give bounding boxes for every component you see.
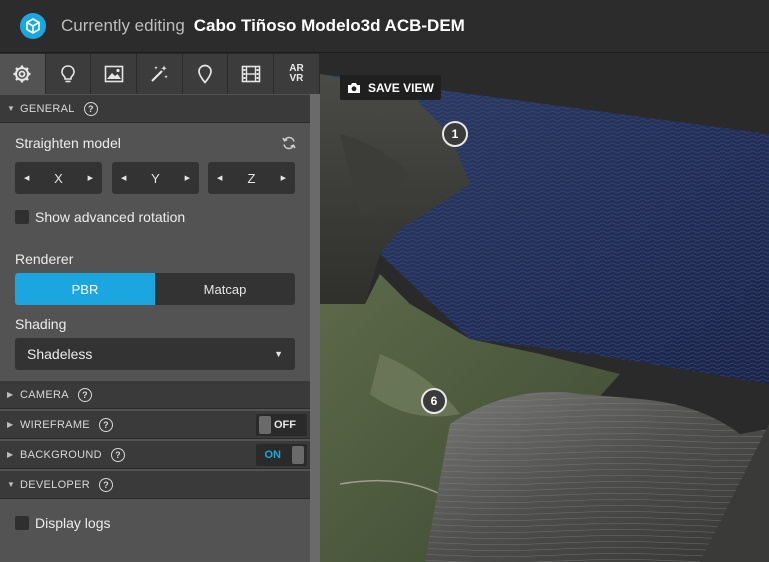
help-icon[interactable]: ? xyxy=(77,387,92,402)
help-icon[interactable]: ? xyxy=(98,477,113,492)
3d-viewport[interactable] xyxy=(320,54,769,562)
cube-logo-icon[interactable] xyxy=(20,13,46,39)
developer-section-label: DEVELOPER xyxy=(20,478,90,491)
display-logs-label: Display logs xyxy=(35,515,111,531)
map-pin-icon xyxy=(198,64,212,84)
rotate-right-y-button[interactable]: ▶ xyxy=(185,174,190,182)
camera-section-header[interactable]: ▶ CAMERA ? xyxy=(0,381,310,409)
rotate-left-y-button[interactable]: ◀ xyxy=(121,174,126,182)
gear-icon xyxy=(13,65,31,83)
annotation-hotspot[interactable]: 6 xyxy=(421,388,447,414)
toggle-knob xyxy=(259,416,271,434)
renderer-pbr-option[interactable]: PBR xyxy=(15,273,155,305)
background-section-label: BACKGROUND xyxy=(20,448,102,461)
advanced-rotation-row[interactable]: Show advanced rotation xyxy=(15,209,185,225)
y-axis-rotator: ◀ Y ▶ xyxy=(112,162,199,194)
tab-annotations[interactable] xyxy=(183,54,229,94)
tab-scene[interactable] xyxy=(0,54,46,94)
settings-tabs: AR VR xyxy=(0,54,320,94)
x-axis-label: X xyxy=(54,170,63,186)
developer-section-header[interactable]: ▼ DEVELOPER ? xyxy=(0,471,310,499)
tab-animation[interactable] xyxy=(228,54,275,94)
help-icon[interactable]: ? xyxy=(83,101,98,116)
general-section-label: GENERAL xyxy=(20,102,75,115)
editing-label: Currently editing xyxy=(61,16,185,35)
lightbulb-icon xyxy=(61,65,75,83)
wireframe-toggle-state: OFF xyxy=(274,419,296,431)
magic-wand-icon xyxy=(151,65,169,82)
help-icon[interactable]: ? xyxy=(110,447,125,462)
top-bar: Currently editing Cabo Tiñoso Modelo3d A… xyxy=(0,0,769,53)
annotation-hotspot[interactable]: 1 xyxy=(442,121,468,147)
wireframe-section-header[interactable]: ▶ WIREFRAME ? OFF xyxy=(0,411,310,439)
collapse-triangle-icon: ▼ xyxy=(7,104,15,113)
camera-icon xyxy=(348,82,360,93)
help-icon[interactable]: ? xyxy=(98,417,113,432)
tab-materials[interactable] xyxy=(91,54,138,94)
rotate-right-z-button[interactable]: ▶ xyxy=(281,174,286,182)
settings-sidebar: AR VR ▼ GENERAL ? Straighten model ◀ X ▶… xyxy=(0,54,320,562)
rotate-right-x-button[interactable]: ▶ xyxy=(88,174,93,182)
ar-vr-icon: AR VR xyxy=(289,64,303,84)
background-toggle-state: ON xyxy=(264,449,282,461)
model-title: Cabo Tiñoso Modelo3d ACB-DEM xyxy=(193,16,465,35)
shading-label: Shading xyxy=(15,316,67,332)
wireframe-toggle[interactable]: OFF xyxy=(256,414,307,436)
expand-triangle-icon: ▶ xyxy=(7,450,14,459)
display-logs-row[interactable]: Display logs xyxy=(15,515,110,531)
straighten-model-label: Straighten model xyxy=(15,135,121,151)
sidebar-scrollbar[interactable] xyxy=(310,94,320,562)
rotate-left-x-button[interactable]: ◀ xyxy=(24,174,29,182)
expand-triangle-icon: ▶ xyxy=(7,420,14,429)
display-logs-checkbox[interactable] xyxy=(15,516,29,530)
tab-vr[interactable]: AR VR xyxy=(274,54,320,94)
renderer-label: Renderer xyxy=(15,251,74,267)
tab-lights[interactable] xyxy=(46,54,92,94)
advanced-rotation-checkbox[interactable] xyxy=(15,210,29,224)
refresh-icon[interactable] xyxy=(282,136,296,150)
shading-value: Shadeless xyxy=(27,346,93,362)
collapse-triangle-icon: ▼ xyxy=(7,480,15,489)
rotate-left-z-button[interactable]: ◀ xyxy=(217,174,222,182)
vr-label: VR xyxy=(289,73,304,84)
chevron-down-icon: ▼ xyxy=(274,349,283,359)
film-icon xyxy=(241,65,261,83)
z-axis-label: Z xyxy=(247,170,256,186)
wireframe-section-label: WIREFRAME xyxy=(20,418,90,431)
renderer-selector: PBR Matcap xyxy=(15,273,295,305)
save-view-label: SAVE VIEW xyxy=(368,80,434,95)
y-axis-label: Y xyxy=(151,170,160,186)
shading-select[interactable]: Shadeless ▼ xyxy=(15,338,295,370)
background-toggle[interactable]: ON xyxy=(256,444,307,466)
terrain-render xyxy=(320,54,769,562)
z-axis-rotator: ◀ Z ▶ xyxy=(208,162,295,194)
background-section-header[interactable]: ▶ BACKGROUND ? ON xyxy=(0,441,310,469)
renderer-matcap-option[interactable]: Matcap xyxy=(155,273,295,305)
save-view-button[interactable]: SAVE VIEW xyxy=(340,75,441,100)
toggle-knob xyxy=(292,446,304,464)
tab-post-processing[interactable] xyxy=(137,54,183,94)
image-icon xyxy=(104,65,124,83)
advanced-rotation-label: Show advanced rotation xyxy=(35,209,186,225)
x-axis-rotator: ◀ X ▶ xyxy=(15,162,102,194)
expand-triangle-icon: ▶ xyxy=(7,390,14,399)
camera-section-label: CAMERA xyxy=(20,388,69,401)
general-section-header[interactable]: ▼ GENERAL ? xyxy=(0,95,310,123)
